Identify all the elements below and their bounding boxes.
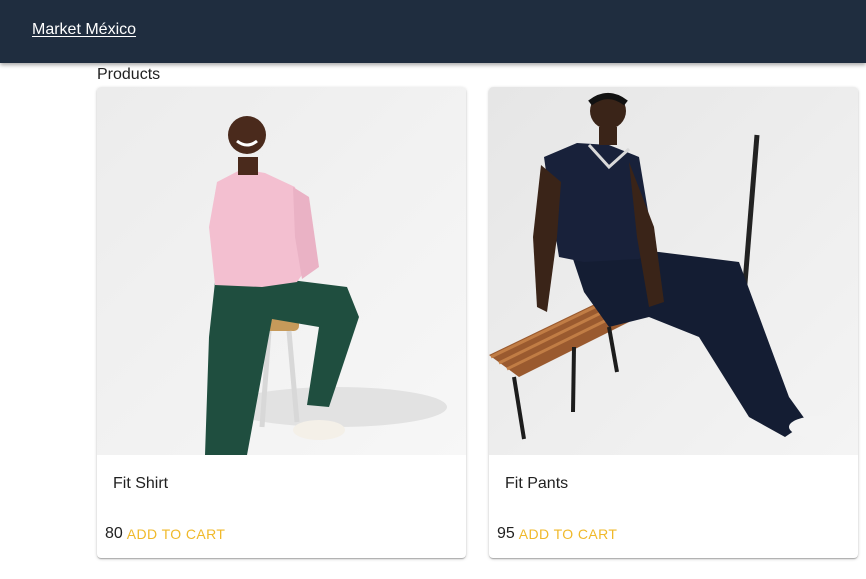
product-card: Fit Pants 95 ADD TO CART — [489, 87, 858, 558]
page-title: Products — [97, 66, 161, 83]
add-to-cart-button[interactable]: ADD TO CART — [127, 526, 226, 542]
product-price: 80 — [105, 525, 123, 542]
product-price: 95 — [497, 525, 515, 542]
product-image — [489, 87, 858, 455]
card-actions: 80 ADD TO CART — [105, 523, 225, 545]
brand-link[interactable]: Market México — [32, 20, 136, 40]
card-actions: 95 ADD TO CART — [497, 523, 617, 545]
product-title: Fit Shirt — [113, 475, 169, 492]
app-bar: Market México — [0, 0, 866, 63]
add-to-cart-button[interactable]: ADD TO CART — [519, 526, 618, 542]
product-title: Fit Pants — [505, 475, 569, 492]
product-image — [97, 87, 466, 455]
product-card: Fit Shirt 80 ADD TO CART — [97, 87, 466, 558]
